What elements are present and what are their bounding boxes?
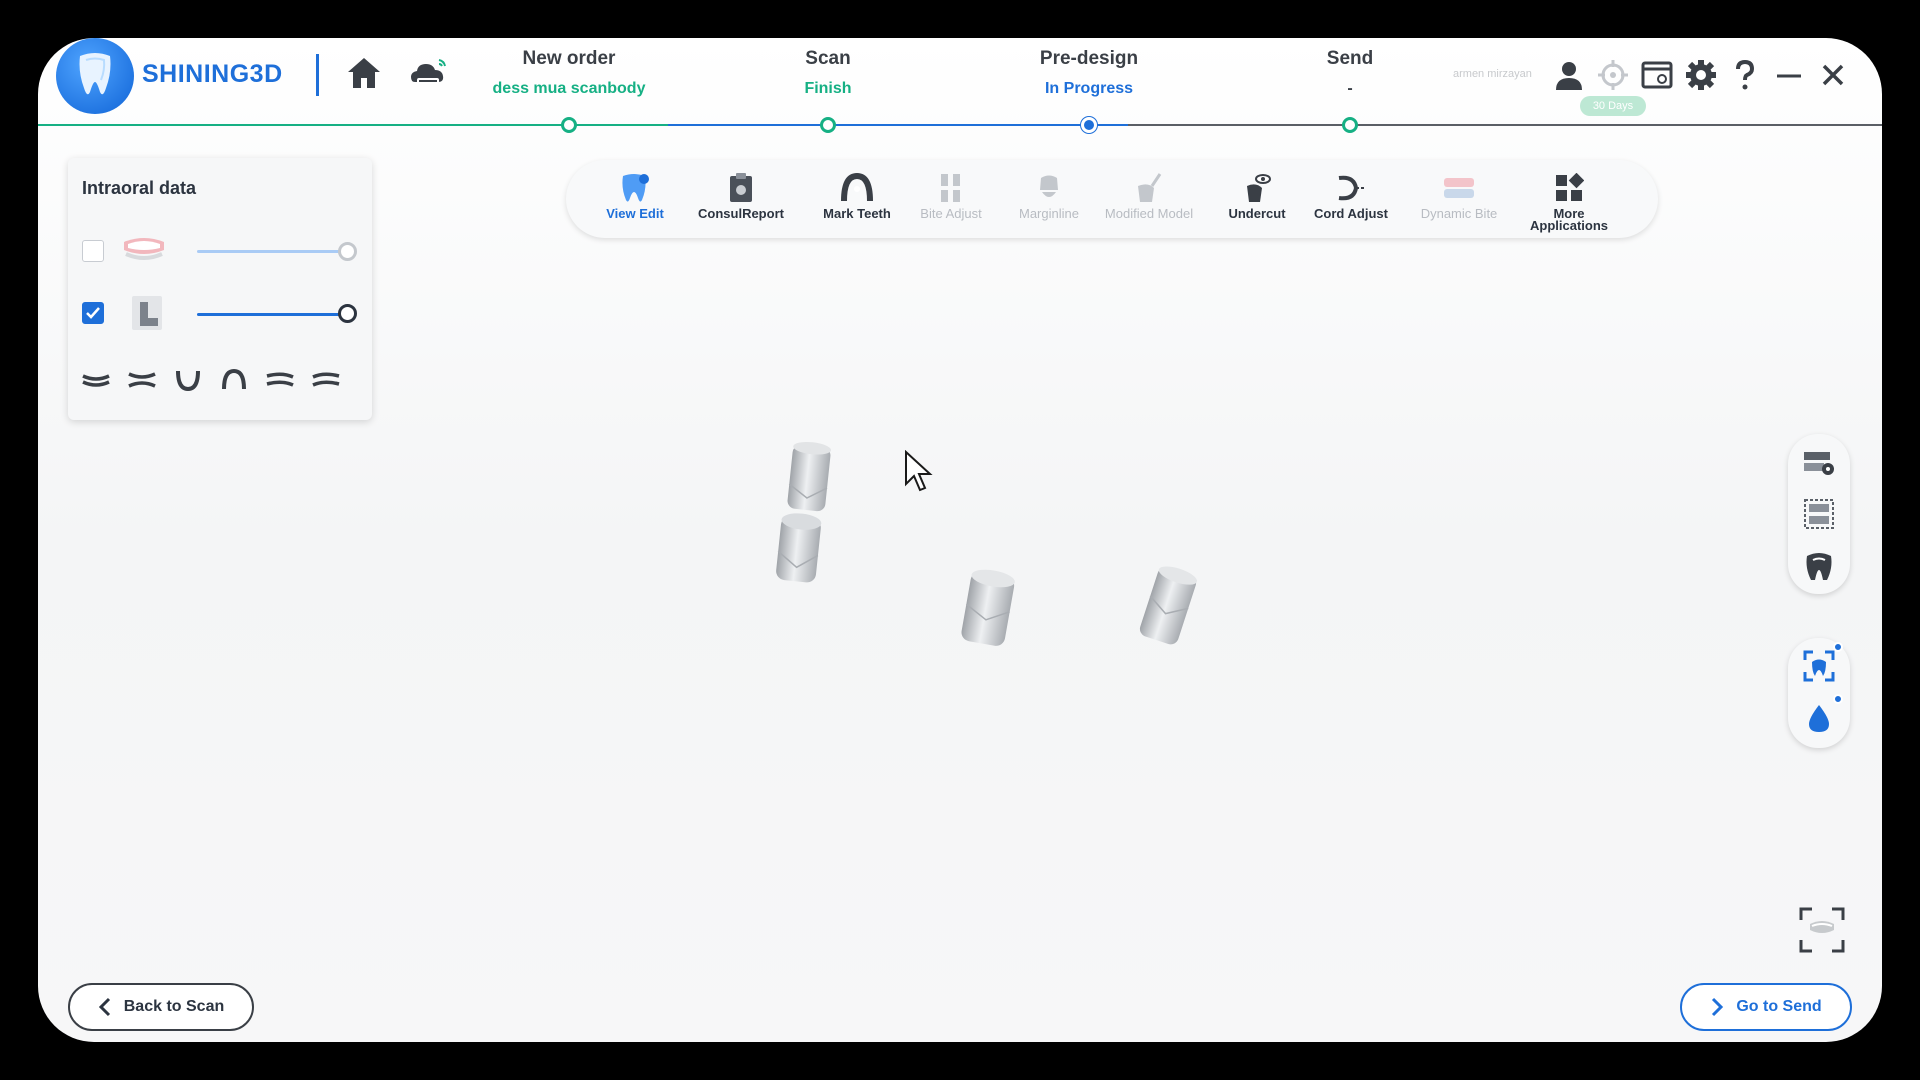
design-toolbar: View Edit ConsulReport Mark Teeth Bite A… <box>566 160 1658 238</box>
layer-2-opacity-slider[interactable] <box>197 313 347 316</box>
minimize-icon[interactable] <box>1772 58 1806 92</box>
tool-label: Cord Adjust <box>1314 206 1388 221</box>
mouse-cursor-icon <box>905 450 933 492</box>
header: SHINING3D New order dess mua scanbody Sc… <box>38 38 1882 133</box>
chevron-right-icon <box>1712 997 1724 1017</box>
tool-modified-model[interactable]: Modified Model <box>1094 170 1204 220</box>
close-icon[interactable] <box>1816 58 1850 92</box>
user-name: armen mirzayan <box>1453 68 1532 80</box>
step-send: Send - <box>1230 48 1470 98</box>
chevron-left-icon <box>98 997 110 1017</box>
jaw-model-icon <box>124 238 164 260</box>
home-icon[interactable] <box>346 56 382 90</box>
smart-view-icon[interactable] <box>1801 648 1837 684</box>
step-dot-scan[interactable] <box>820 117 836 133</box>
step-title: Pre-design <box>1039 48 1139 69</box>
user-icon[interactable] <box>1552 58 1586 92</box>
both-jaws-view-icon[interactable] <box>126 368 158 392</box>
step-title: Send <box>1326 48 1374 69</box>
smart-view-indicator <box>1833 642 1843 652</box>
tool-label: Bite Adjust <box>920 206 982 221</box>
right-view-icon[interactable] <box>310 368 342 392</box>
app-window: SHINING3D New order dess mua scanbody Sc… <box>38 38 1882 1042</box>
tooth-edit-icon <box>580 170 690 206</box>
tool-view-edit[interactable]: View Edit <box>580 170 690 220</box>
dynamic-bite-icon <box>1404 170 1514 206</box>
grid-view-icon[interactable] <box>1801 496 1837 532</box>
tool-more-applications[interactable]: More Applications <box>1514 170 1624 232</box>
step-scan: Scan Finish <box>708 48 948 98</box>
tool-label: Modified Model <box>1104 206 1194 221</box>
brand-divider <box>316 54 319 96</box>
step-status: In Progress <box>1044 80 1134 97</box>
step-pre-design: Pre-design In Progress <box>969 48 1209 98</box>
window-screenshot-icon[interactable] <box>1640 58 1674 92</box>
panel-title: Intraoral data <box>82 178 197 198</box>
back-to-scan-button[interactable]: Back to Scan <box>68 983 254 1031</box>
view-tools-group <box>1788 434 1850 594</box>
tool-label: Dynamic Bite <box>1420 206 1498 221</box>
progress-line-current <box>668 124 1128 126</box>
scanbody-model[interactable] <box>775 440 832 584</box>
layer-2-slider-knob[interactable] <box>338 304 357 323</box>
target-icon[interactable] <box>1596 58 1630 92</box>
tool-label: View Edit <box>606 206 664 221</box>
tool-consul-report[interactable]: ConsulReport <box>686 170 796 220</box>
scanbody-model[interactable] <box>1138 563 1199 647</box>
cloud-device-icon[interactable] <box>409 56 449 90</box>
layer-2-checkbox[interactable] <box>82 302 104 324</box>
fit-view-icon[interactable] <box>1798 906 1846 954</box>
water-drop-icon[interactable] <box>1801 700 1837 736</box>
tool-cord-adjust[interactable]: Cord Adjust <box>1296 170 1406 220</box>
step-title: New order <box>522 48 616 69</box>
tool-marginline[interactable]: Marginline <box>994 170 1104 220</box>
go-to-send-button[interactable]: Go to Send <box>1680 983 1852 1031</box>
clipboard-report-icon <box>686 170 796 206</box>
scanbody-icon <box>132 296 162 330</box>
upper-arch-view-icon[interactable] <box>218 368 250 392</box>
left-view-icon[interactable] <box>264 368 296 392</box>
settings-view-icon[interactable] <box>1801 444 1837 480</box>
send-button-label: Go to Send <box>1736 998 1822 1015</box>
brand-name: SHINING3D <box>142 60 283 88</box>
water-drop-indicator <box>1833 694 1843 704</box>
step-status: dess mua scanbody <box>492 80 646 97</box>
tooth-view-icon[interactable] <box>1801 548 1837 584</box>
bite-adjust-icon <box>896 170 1006 206</box>
lower-arch-view-icon[interactable] <box>172 368 204 392</box>
modified-model-icon <box>1094 170 1204 206</box>
checkmark-icon <box>86 307 100 319</box>
step-dot-new-order[interactable] <box>561 117 577 133</box>
upper-jaw-view-icon[interactable] <box>80 368 112 392</box>
cord-adjust-icon <box>1296 170 1406 206</box>
layer-1-slider-knob[interactable] <box>338 242 357 261</box>
tool-bite-adjust[interactable]: Bite Adjust <box>896 170 1006 220</box>
help-icon[interactable] <box>1728 58 1762 92</box>
step-title: Scan <box>805 48 851 69</box>
tool-label: More Applications <box>1529 206 1608 233</box>
step-new-order: New order dess mua scanbody <box>449 48 689 98</box>
step-status: Finish <box>804 80 852 97</box>
step-dot-send[interactable] <box>1342 117 1358 133</box>
smart-tools-group <box>1788 638 1850 748</box>
logo-icon <box>56 38 134 114</box>
step-status: - <box>1347 80 1353 97</box>
license-days-badge: 30 Days <box>1580 96 1646 116</box>
step-dot-pre-design[interactable] <box>1081 117 1097 133</box>
back-button-label: Back to Scan <box>123 998 225 1015</box>
tool-label: ConsulReport <box>698 206 784 221</box>
gear-icon[interactable] <box>1684 58 1718 92</box>
tool-label: Marginline <box>1019 206 1079 221</box>
apps-grid-icon <box>1514 170 1624 206</box>
tool-dynamic-bite[interactable]: Dynamic Bite <box>1404 170 1514 220</box>
marginline-icon <box>994 170 1104 206</box>
layer-1-checkbox[interactable] <box>82 240 104 262</box>
progress-line-pending <box>1128 124 1882 126</box>
layer-1-opacity-slider[interactable] <box>197 250 347 253</box>
scanbody-model[interactable] <box>960 567 1016 648</box>
intraoral-data-panel: Intraoral data <box>68 158 372 420</box>
